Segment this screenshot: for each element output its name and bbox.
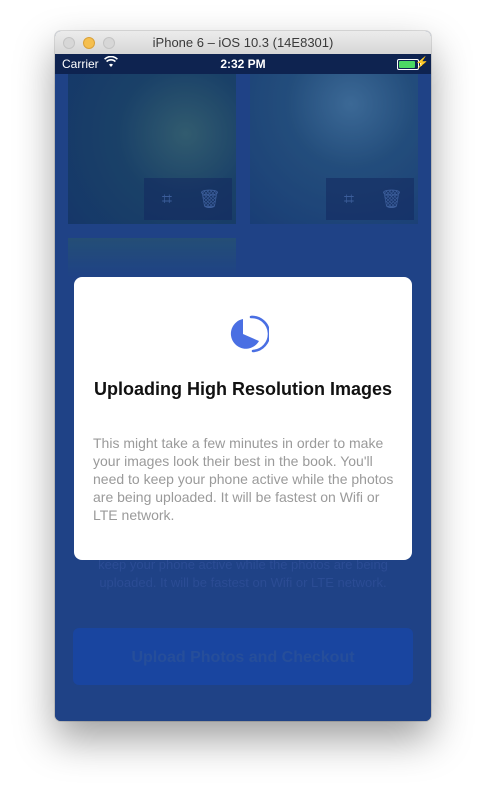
modal-body: This might take a few minutes in order t… <box>93 435 394 523</box>
upload-modal: Uploading High Resolution Images This mi… <box>74 277 412 560</box>
simulator-window: iPhone 6 – iOS 10.3 (14E8301) Carrier 2:… <box>55 31 431 721</box>
device-screen: Carrier 2:32 PM ⚡ ⌗ 🗑 ⌗ 🗑 Uploading <box>55 54 431 721</box>
window-titlebar: iPhone 6 – iOS 10.3 (14E8301) <box>55 31 431 55</box>
status-bar: Carrier 2:32 PM ⚡ <box>55 54 431 74</box>
upload-progress-icon <box>230 315 269 353</box>
window-title: iPhone 6 – iOS 10.3 (14E8301) <box>152 35 334 50</box>
modal-title: Uploading High Resolution Images <box>94 379 393 399</box>
charging-bolt-icon: ⚡ <box>415 57 429 69</box>
status-time: 2:32 PM <box>220 57 266 71</box>
